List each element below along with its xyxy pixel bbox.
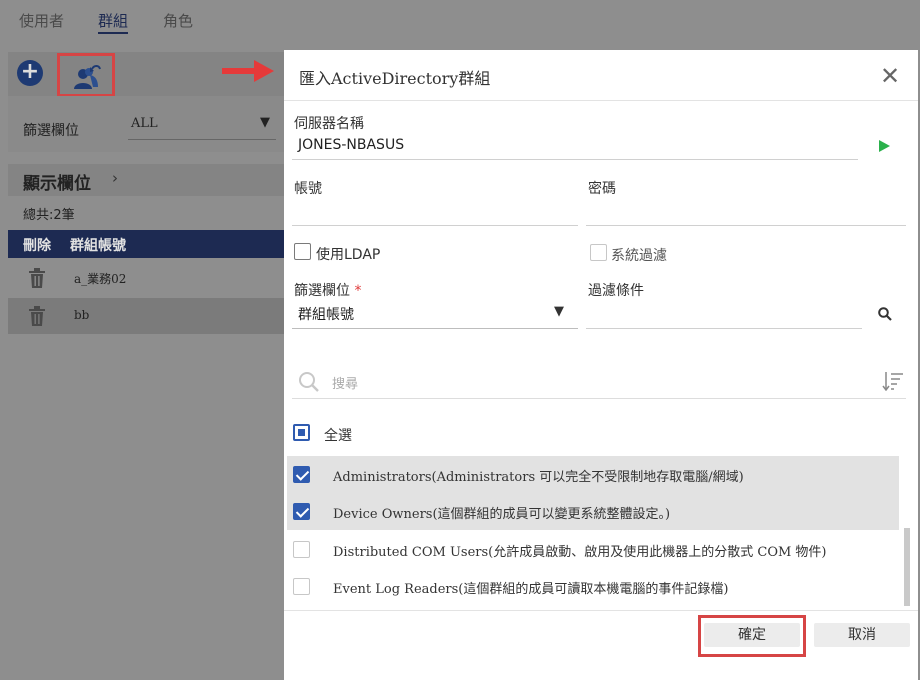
account-label: 帳號 bbox=[294, 181, 322, 197]
import-users-icon bbox=[74, 65, 101, 89]
display-columns-toggle[interactable]: 顯示欄位 › bbox=[8, 164, 284, 196]
filter-label: 篩選欄位 bbox=[23, 123, 79, 139]
add-button[interactable]: + bbox=[17, 60, 43, 86]
plus-circle-icon: + bbox=[20, 59, 40, 84]
item-checkbox[interactable] bbox=[293, 578, 310, 595]
password-underline bbox=[586, 225, 906, 226]
caret-down-icon[interactable]: ▼ bbox=[554, 304, 564, 319]
server-label: 伺服器名稱 bbox=[294, 116, 364, 132]
divider bbox=[284, 610, 918, 611]
filter-field-label: 篩選欄位 * bbox=[294, 280, 361, 300]
search-icon[interactable] bbox=[878, 307, 892, 321]
item-label: Device Owners(這個群組的成員可以變更系統整體設定。) bbox=[333, 507, 671, 522]
filter-condition-underline bbox=[586, 328, 862, 329]
list-header: 刪除 群組帳號 bbox=[8, 230, 284, 258]
import-ad-dialog: 匯入ActiveDirectory群組 ✕ 伺服器名稱 JONES-NBASUS… bbox=[284, 50, 918, 680]
password-label: 密碼 bbox=[588, 181, 616, 197]
row-group-name: a_業務02 bbox=[74, 272, 127, 286]
system-filter-label: 系統過濾 bbox=[611, 248, 667, 264]
tab-roles[interactable]: 角色 bbox=[163, 10, 193, 31]
tab-users[interactable]: 使用者 bbox=[19, 10, 64, 31]
filter-condition-label: 過濾條件 bbox=[588, 283, 644, 299]
table-row[interactable]: a_業務02 bbox=[8, 260, 284, 296]
item-checkbox[interactable] bbox=[293, 503, 310, 520]
row-group-name: bb bbox=[74, 308, 90, 322]
close-icon[interactable]: ✕ bbox=[880, 64, 900, 88]
chevron-right-icon: › bbox=[112, 169, 118, 187]
required-mark: * bbox=[354, 283, 362, 299]
use-ldap-label: 使用LDAP bbox=[316, 247, 381, 263]
filter-field-underline bbox=[292, 328, 578, 329]
annotation-highlight bbox=[698, 615, 806, 657]
header-delete: 刪除 bbox=[23, 238, 51, 254]
sort-icon[interactable] bbox=[882, 371, 904, 391]
play-icon[interactable] bbox=[879, 140, 890, 152]
annotation-arrow-icon bbox=[222, 60, 274, 82]
server-underline bbox=[292, 159, 858, 160]
search-icon bbox=[299, 372, 319, 392]
filter-row: 篩選欄位 ALL ▼ bbox=[8, 96, 284, 152]
item-label: Event Log Readers(這個群組的成員可讀取本機電腦的事件記錄檔) bbox=[333, 582, 729, 597]
account-underline bbox=[292, 225, 578, 226]
group-list: Administrators(Administrators 可以完全不受限制地存… bbox=[287, 454, 911, 606]
list-item[interactable]: Administrators(Administrators 可以完全不受限制地存… bbox=[287, 456, 899, 493]
select-all-checkbox[interactable] bbox=[293, 424, 310, 441]
header-group-account[interactable]: 群組帳號 bbox=[70, 235, 126, 255]
total-count: 總共:2筆 bbox=[23, 208, 75, 223]
caret-down-icon: ▼ bbox=[260, 115, 270, 130]
system-filter-checkbox[interactable] bbox=[590, 244, 607, 261]
dialog-title: 匯入ActiveDirectory群組 bbox=[299, 69, 491, 88]
filter-field-select[interactable]: 群組帳號 bbox=[298, 304, 354, 324]
item-label: Distributed COM Users(允許成員啟動、啟用及使用此機器上的分… bbox=[333, 545, 827, 560]
search-underline bbox=[292, 398, 906, 399]
import-ad-button[interactable] bbox=[57, 53, 115, 97]
list-item[interactable]: Event Log Readers(這個群組的成員可讀取本機電腦的事件記錄檔) bbox=[287, 568, 899, 605]
tab-groups[interactable]: 群組 bbox=[98, 10, 129, 34]
table-row[interactable]: bb bbox=[8, 298, 284, 334]
filter-select[interactable]: ALL ▼ bbox=[128, 110, 276, 140]
cancel-button[interactable]: 取消 bbox=[814, 623, 910, 647]
select-all-label: 全選 bbox=[324, 428, 352, 444]
scroll-thumb[interactable] bbox=[904, 528, 910, 606]
divider bbox=[284, 100, 918, 101]
item-checkbox[interactable] bbox=[293, 541, 310, 558]
list-item[interactable]: Device Owners(這個群組的成員可以變更系統整體設定。) bbox=[287, 493, 899, 530]
top-tabs: 使用者 群組 角色 bbox=[0, 0, 920, 40]
item-checkbox[interactable] bbox=[293, 466, 310, 483]
display-columns-label: 顯示欄位 bbox=[23, 174, 91, 194]
filter-field-label-text: 篩選欄位 bbox=[294, 283, 350, 299]
list-search-input[interactable]: 搜尋 bbox=[332, 373, 358, 392]
trash-icon[interactable] bbox=[28, 268, 46, 288]
list-scrollbar[interactable] bbox=[904, 454, 910, 606]
server-input[interactable]: JONES-NBASUS bbox=[298, 137, 404, 153]
use-ldap-checkbox[interactable] bbox=[294, 243, 311, 260]
filter-select-value: ALL bbox=[131, 116, 158, 131]
trash-icon[interactable] bbox=[28, 306, 46, 326]
list-item[interactable]: Distributed COM Users(允許成員啟動、啟用及使用此機器上的分… bbox=[287, 531, 899, 568]
item-label: Administrators(Administrators 可以完全不受限制地存… bbox=[333, 470, 744, 485]
